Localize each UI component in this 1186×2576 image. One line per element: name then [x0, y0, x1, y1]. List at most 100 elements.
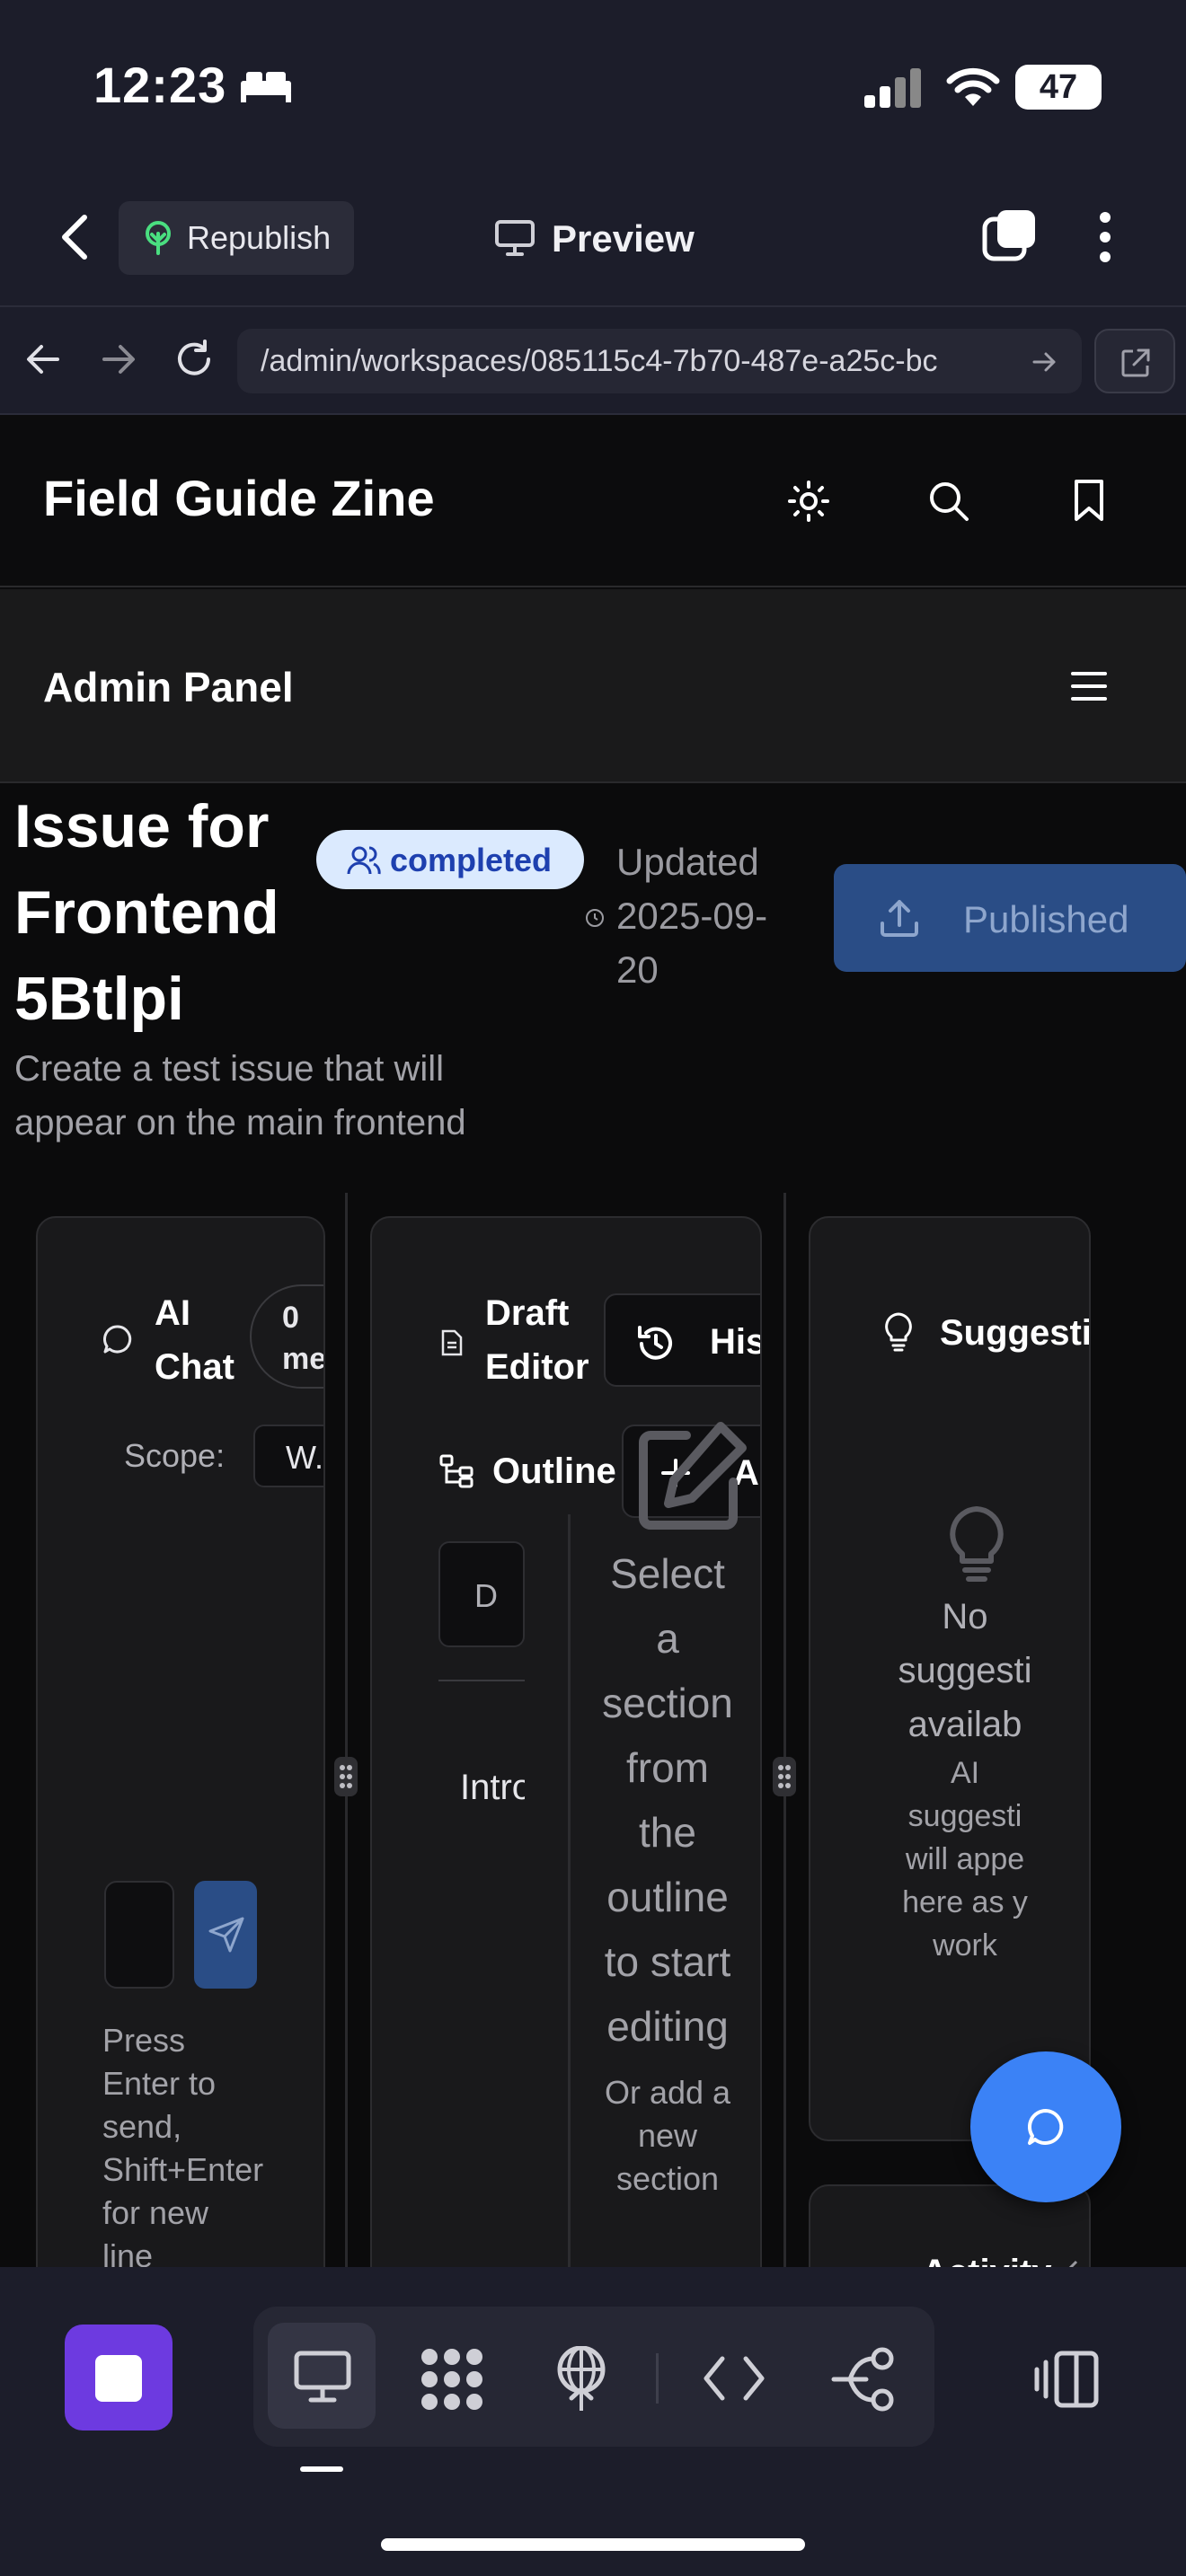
history-button[interactable]: Hist	[604, 1293, 760, 1387]
panel-divider[interactable]	[345, 1193, 348, 2267]
issue-description: Create a test issue that will appear on …	[14, 1042, 466, 1150]
battery-icon: 47	[1015, 65, 1102, 110]
url-text: /admin/workspaces/085115c4-7b70-487e-a25…	[261, 344, 938, 378]
lightbulb-icon	[882, 1311, 915, 1353]
outline-tree-icon	[438, 1453, 474, 1489]
back-chevron-icon[interactable]	[58, 214, 93, 260]
chat-hint: Press Enter to send, Shift+Enter for new…	[102, 2019, 263, 2267]
suggestions-title: Suggestio	[940, 1313, 1091, 1353]
dock-separator	[656, 2353, 659, 2404]
hint-line: work	[933, 1928, 997, 1963]
scope-value: W...	[286, 1439, 323, 1476]
panel-divider[interactable]	[783, 1193, 786, 2267]
republish-button[interactable]: Republish	[119, 201, 354, 275]
resize-handle[interactable]	[334, 1757, 358, 1796]
select-line: to start	[604, 1938, 731, 1985]
site-title[interactable]: Field Guide Zine	[43, 469, 435, 527]
select-line: from	[626, 1744, 709, 1791]
select-line: section	[602, 1680, 733, 1726]
url-field[interactable]: /admin/workspaces/085115c4-7b70-487e-a25…	[237, 329, 1082, 393]
upload-icon	[879, 898, 920, 938]
outline-item-label: Intro	[460, 1768, 525, 1807]
ai-chat-panel: AI Chat 0 mes Scope: W... Press Enter to…	[36, 1216, 325, 2267]
description-line: Create a test issue that will	[14, 1049, 444, 1089]
tabs-icon[interactable]	[981, 207, 1039, 264]
resize-handle[interactable]	[773, 1757, 796, 1796]
floating-chat-button[interactable]	[970, 2051, 1121, 2202]
bed-icon	[239, 68, 293, 104]
open-external-button[interactable]	[1094, 329, 1175, 393]
preview-label: Preview	[552, 217, 695, 260]
draft-editor-title-line: Draft	[485, 1293, 570, 1333]
add-hint-line: section	[615, 2160, 720, 2197]
issue-title: Issue for Frontend 5Btlpi	[14, 783, 279, 1042]
ai-chat-title-line: Chat	[155, 1347, 235, 1387]
draft-editor-title: Draft Editor	[485, 1286, 589, 1394]
published-label: Published	[963, 898, 1129, 940]
send-icon	[207, 1915, 246, 1954]
cellular-signal-icon	[864, 68, 924, 108]
activity-title: Activity	[922, 2253, 1052, 2267]
home-indicator	[381, 2538, 805, 2551]
sun-icon[interactable]	[787, 480, 830, 523]
empty-line: No	[942, 1597, 988, 1636]
scope-select[interactable]: W...	[253, 1425, 323, 1487]
git-branch-icon[interactable]	[830, 2346, 897, 2413]
chat-hint-line: Enter to	[102, 2065, 217, 2102]
panel-toggle-icon[interactable]	[1033, 2348, 1100, 2411]
site-header: Field Guide Zine	[0, 415, 1186, 587]
outline-title-input[interactable]: D	[438, 1541, 525, 1647]
no-suggestions-message: No suggesti availab	[850, 1590, 1080, 1751]
add-hint-line: new	[637, 2117, 698, 2154]
url-go-icon[interactable]	[1031, 348, 1058, 375]
nav-forward-icon[interactable]	[101, 341, 137, 377]
chat-hint-line: for new	[102, 2194, 209, 2231]
clock-icon	[584, 907, 606, 929]
history-label: Hist	[710, 1322, 760, 1362]
published-button[interactable]: Published	[834, 864, 1186, 972]
empty-lightbulb-icon	[947, 1505, 1006, 1584]
users-icon	[347, 845, 381, 876]
nav-back-icon[interactable]	[25, 341, 61, 377]
draft-editor-panel: Draft Editor Hist Outline Add D Intr	[370, 1216, 762, 2267]
suggestions-panel: Suggestio No suggesti availab AI suggest…	[809, 1216, 1091, 2141]
chat-hint-line: line	[102, 2237, 154, 2267]
description-line: appear on the main frontend	[14, 1103, 466, 1142]
empty-line: availab	[907, 1705, 1022, 1744]
suggestions-hint: AI suggesti will appe here as y work	[850, 1751, 1080, 1967]
ai-chat-title: AI Chat	[155, 1286, 235, 1394]
updated-line: 2025-09-	[616, 895, 768, 937]
chevron-left-icon[interactable]	[1062, 2258, 1080, 2267]
updated-line: Updated	[616, 841, 759, 883]
republish-label: Republish	[187, 219, 332, 256]
add-hint-line: Or add a	[604, 2074, 731, 2111]
browser-toolbar: Republish Preview	[0, 171, 1186, 305]
ai-chat-title-line: AI	[155, 1293, 190, 1333]
hamburger-menu-icon[interactable]	[1069, 668, 1109, 704]
send-button[interactable]	[194, 1881, 257, 1989]
stop-icon	[95, 2355, 142, 2402]
empty-line: suggesti	[898, 1651, 1032, 1690]
reload-icon[interactable]	[174, 340, 214, 379]
message-count: 0	[282, 1301, 299, 1335]
publish-network-icon[interactable]	[550, 2346, 613, 2413]
admin-panel-bar: Admin Panel	[0, 589, 1186, 783]
code-icon[interactable]	[703, 2353, 766, 2404]
bottom-dock	[0, 2267, 1186, 2576]
more-vertical-icon[interactable]	[1094, 210, 1116, 264]
assets-icon[interactable]	[419, 2346, 485, 2413]
preview-button[interactable]: Preview	[494, 212, 710, 266]
stop-button[interactable]	[65, 2325, 173, 2430]
hint-line: AI	[950, 1756, 980, 1790]
draft-editor-title-line: Editor	[485, 1347, 589, 1387]
chat-bubble-icon	[102, 1324, 133, 1354]
search-icon[interactable]	[927, 480, 970, 523]
status-badge: completed	[316, 830, 584, 889]
select-line: outline	[606, 1874, 729, 1920]
chat-input[interactable]	[104, 1881, 174, 1989]
outline-item-intro[interactable]: Intro	[460, 1768, 525, 1808]
select-line: a	[656, 1615, 679, 1662]
bookmark-icon[interactable]	[1071, 478, 1107, 523]
select-section-message: Select a section from the outline to sta…	[570, 1478, 760, 2201]
dock-preview-tab[interactable]	[268, 2323, 376, 2429]
